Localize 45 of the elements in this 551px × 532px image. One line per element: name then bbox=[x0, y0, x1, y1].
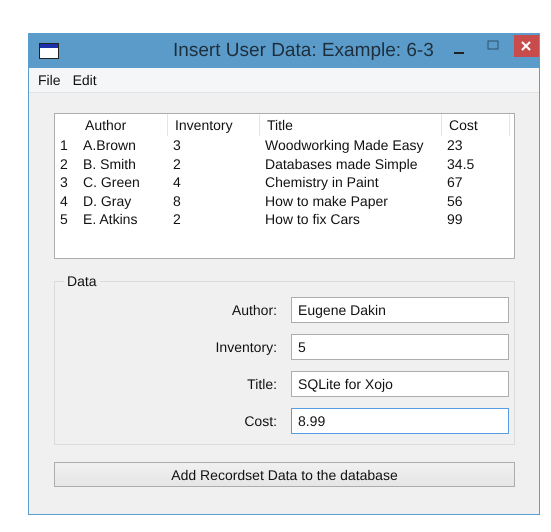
row-number: 5 bbox=[59, 211, 69, 228]
table-cell-text: A.Brown bbox=[82, 137, 137, 154]
row-number: 4 bbox=[59, 192, 69, 209]
input-field[interactable]: Eugene Dakin bbox=[291, 296, 509, 322]
input-field[interactable]: 8.99 bbox=[291, 408, 509, 434]
row-number: 1 bbox=[59, 137, 69, 154]
table-cell-text: Chemistry in Paint bbox=[264, 174, 380, 190]
table-cell-text: 56 bbox=[446, 192, 464, 209]
column-header[interactable]: Title bbox=[260, 114, 442, 136]
window-title: Insert User Data: Example: 6-3 bbox=[173, 40, 434, 62]
table-cell-text: 8 bbox=[172, 192, 182, 209]
field-label: Author: bbox=[230, 302, 277, 318]
table-cell-text: How to fix Cars bbox=[264, 211, 361, 228]
table-cell-text: Woodworking Made Easy bbox=[264, 137, 424, 154]
table-cell-text: 23 bbox=[446, 137, 464, 154]
table-cell-text: 67 bbox=[446, 174, 464, 190]
field-label: Title: bbox=[246, 376, 277, 392]
field-label: Inventory: bbox=[214, 338, 277, 354]
table-cell-text: B. Smith bbox=[82, 156, 137, 172]
table-cell-text: 4 bbox=[172, 174, 182, 190]
menu-item[interactable]: File bbox=[38, 72, 61, 88]
table-cell-text: C. Green bbox=[82, 174, 141, 190]
table-cell-text: 2 bbox=[172, 211, 182, 228]
table-cell-text: E. Atkins bbox=[82, 211, 138, 228]
table-cell-text: 99 bbox=[446, 211, 464, 228]
close-icon bbox=[520, 40, 532, 52]
row-number: 3 bbox=[59, 174, 69, 190]
row-number: 2 bbox=[59, 156, 69, 172]
table-cell-text: 2 bbox=[172, 156, 182, 172]
add-button[interactable]: Add Recordset Data to the database bbox=[54, 462, 515, 487]
table-cell-text: 3 bbox=[172, 137, 182, 154]
window-icon bbox=[39, 43, 59, 59]
column-header[interactable]: Cost bbox=[442, 114, 510, 136]
close-button[interactable] bbox=[514, 35, 539, 57]
menu-item[interactable]: Edit bbox=[72, 72, 97, 88]
input-field[interactable]: SQLite for Xojo bbox=[291, 370, 509, 396]
field-label: Cost: bbox=[243, 412, 277, 428]
input-field[interactable]: 5 bbox=[291, 334, 509, 360]
column-header[interactable]: Author bbox=[78, 114, 168, 136]
column-header[interactable]: Inventory bbox=[168, 114, 260, 136]
table-cell-text: Databases made Simple bbox=[264, 156, 419, 172]
group-title: Data bbox=[64, 273, 100, 289]
table-cell-text: How to make Paper bbox=[264, 192, 389, 209]
table-cell-text: 34.5 bbox=[446, 156, 476, 172]
table-cell-text: D. Gray bbox=[82, 192, 132, 209]
